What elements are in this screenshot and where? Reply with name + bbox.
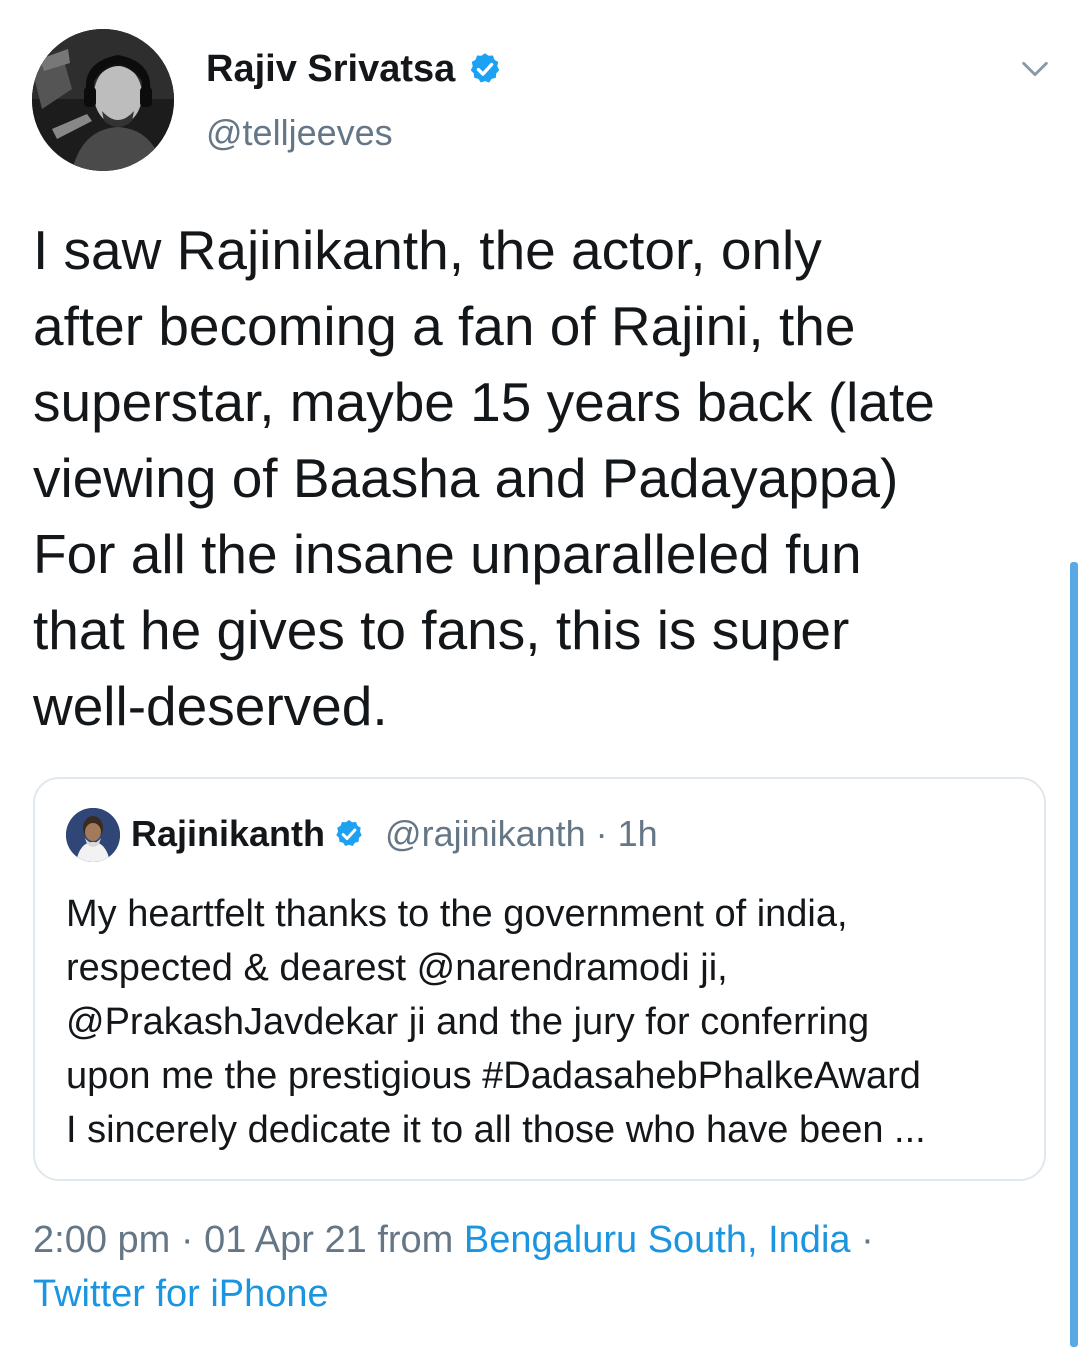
quoted-author-handle-time[interactable]: @rajinikanth · 1h [385, 813, 658, 855]
scrollbar[interactable] [1070, 562, 1078, 1347]
quoted-author-name[interactable]: Rajinikanth [131, 813, 325, 855]
author-avatar[interactable] [32, 29, 174, 171]
author-name-row[interactable]: Rajiv Srivatsa [206, 44, 503, 94]
verified-badge-icon [336, 820, 362, 846]
meta-separator: · [850, 1219, 874, 1261]
quoted-author-avatar-image [66, 808, 120, 862]
quoted-tweet[interactable]: Rajinikanth @rajinikanth · 1h My heartfe… [33, 777, 1046, 1181]
tweet-source-link[interactable]: Twitter for iPhone [33, 1273, 329, 1315]
quoted-author-avatar[interactable] [66, 808, 120, 862]
author-avatar-image [32, 29, 174, 171]
quoted-header[interactable]: Rajinikanth @rajinikanth · 1h [131, 809, 658, 859]
tweet-text: I saw Rajinikanth, the actor, only after… [33, 219, 935, 737]
quoted-tweet-text: My heartfelt thanks to the government of… [66, 893, 926, 1151]
tweet-timestamp[interactable]: 2:00 pm · 01 Apr 21 from [33, 1219, 464, 1261]
tweet-meta: 2:00 pm · 01 Apr 21 from Bengaluru South… [33, 1213, 1043, 1321]
tweet-detail: Rajiv Srivatsa @telljeeves I saw Rajinik… [0, 0, 1080, 1347]
tweet-location-link[interactable]: Bengaluru South, India [464, 1219, 851, 1261]
author-name[interactable]: Rajiv Srivatsa [206, 48, 455, 91]
chevron-down-icon[interactable] [1018, 52, 1052, 86]
verified-badge-icon [471, 53, 500, 83]
author-handle[interactable]: @telljeeves [206, 112, 393, 154]
